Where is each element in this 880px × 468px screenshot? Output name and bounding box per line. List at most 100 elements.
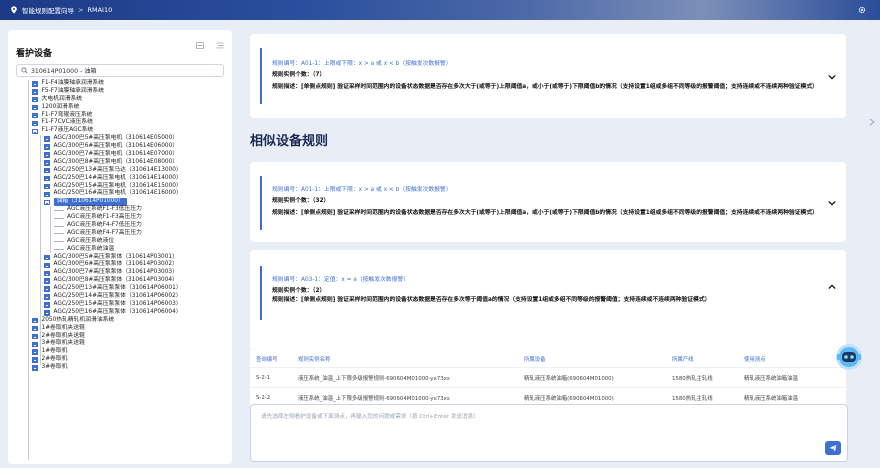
expand-toggle-icon[interactable] — [44, 191, 50, 198]
expand-toggle-icon[interactable] — [44, 262, 50, 269]
cell-device: 精轧液压系统油箱(690604M01000) — [524, 395, 614, 402]
tree-node-label: AGC/250巴15#高压泵泵体（310614P06003） — [53, 300, 182, 307]
col-header-query-id: 查询编号 — [256, 356, 278, 363]
send-button[interactable] — [825, 441, 841, 455]
cell-instance-name: 液压系统_油温_上下限多级报警规则-690604M01000-yx73xs — [298, 375, 450, 382]
cell-line: 1580热轧主轧线 — [672, 375, 713, 382]
tree-node-label: AGC液压系统液位 — [67, 237, 115, 244]
tree-node[interactable]: AGC/300巴6#高压泵电机（310614E06000） — [16, 143, 224, 151]
send-icon — [829, 444, 837, 452]
expand-toggle-icon[interactable] — [44, 310, 50, 316]
expand-toggle-icon[interactable] — [32, 357, 38, 363]
tree-node[interactable]: AGC液压系统F4-F7低压压力 — [16, 222, 224, 230]
expand-toggle-icon[interactable] — [32, 96, 38, 103]
expand-toggle-icon[interactable] — [44, 167, 50, 174]
tree-node-label: 大电机润滑系统 — [41, 95, 83, 102]
expand-toggle-icon[interactable] — [44, 183, 50, 190]
tree-node-label: AGC/300巴8#高压泵泵体（310614P03004） — [53, 277, 178, 284]
col-header-device: 所属设备 — [524, 356, 546, 363]
expand-toggle-icon[interactable] — [32, 81, 38, 87]
gear-icon[interactable] — [858, 6, 866, 14]
assistant-robot-icon[interactable] — [834, 340, 864, 372]
expand-toggle-icon[interactable] — [32, 120, 38, 127]
tree-node-label: AGC液压系统F1-F3高压压力 — [67, 214, 142, 221]
tree-node[interactable]: 1200润滑系统 — [16, 104, 224, 112]
similar-rule-card-2[interactable]: 规则编号：A03-1：定值：x = a（按触发次数报警） 规则实例个数：（2） … — [250, 250, 846, 350]
tree-connector — [54, 217, 64, 219]
device-sidebar: 看护设备 310614P01000 - 油箱 F1-F4油膜轴承润滑系统 F5-F… — [8, 30, 232, 464]
col-header-line: 所属产线 — [672, 356, 694, 363]
expand-toggle-icon[interactable] — [44, 136, 50, 142]
tree-node[interactable]: F5-F7油膜轴承润滑系统 — [16, 88, 224, 96]
tree-node[interactable]: AGC/300巴8#高压泵电机（310614E08000） — [16, 159, 224, 167]
tree-node[interactable]: 2050热轧精轧机润滑油系统 — [16, 317, 224, 325]
expand-toggle-icon[interactable] — [32, 112, 38, 119]
tree-node[interactable]: F1-F4油膜轴承润滑系统 — [16, 80, 224, 88]
tree-node-label: 2#卷取机 — [41, 356, 68, 363]
expand-all-icon[interactable] — [196, 41, 204, 49]
tree-guide-line — [50, 206, 51, 253]
breadcrumb-home[interactable]: 智能规则配置向导 — [22, 5, 74, 15]
tree-node-label: AGC液压系统F4-F7高压压力 — [67, 229, 142, 236]
chevron-down-icon[interactable] — [828, 200, 836, 206]
current-rule-card[interactable]: 规则编号：A01-1：上限或下限：x > a 或 x < b（按触发次数报警） … — [250, 34, 846, 118]
chevron-up-icon[interactable] — [828, 284, 836, 290]
device-search-input[interactable]: 310614P01000 - 油箱 — [16, 64, 224, 77]
expand-toggle-icon[interactable] — [44, 160, 50, 166]
expand-toggle-icon[interactable] — [32, 104, 38, 111]
tree-node[interactable]: AGC/250巴13#高压泵泵体（310614P06001） — [16, 285, 224, 293]
tree-node[interactable]: AGC/300巴8#高压泵泵体（310614P03004） — [16, 277, 224, 285]
rule-description: 规则描述：[单侧点规则] 验证采样时间范围内的设备状态数据是否存在多次大于(或等… — [272, 210, 818, 216]
expand-toggle-icon[interactable] — [44, 254, 50, 261]
tree-node-label: AGC液压系统F1-F3低压压力 — [67, 206, 142, 213]
chevron-down-icon[interactable] — [828, 74, 836, 80]
tree-node[interactable]: 1#卷取机 — [16, 348, 224, 356]
tree-node[interactable]: AGC液压系统F4-F7高压压力 — [16, 230, 224, 238]
table-row[interactable]: S-2-1 液压系统_油温_上下限多级报警规则-690604M01000-yx7… — [250, 368, 846, 388]
similar-rule-card-1[interactable]: 规则编号：A01-1：上限或下限：x > a 或 x < b（按触发次数报警） … — [250, 162, 846, 242]
cell-query-id: S-2-1 — [256, 374, 271, 381]
expand-toggle-icon[interactable] — [32, 333, 38, 340]
tree-node[interactable]: AGC/250巴14#高压泵泵体（310614P06002） — [16, 293, 224, 301]
expand-toggle-icon[interactable] — [44, 302, 50, 308]
tree-node[interactable]: 大电机润滑系统 — [16, 96, 224, 104]
tree-node-label: F5-F7油膜轴承润滑系统 — [41, 87, 105, 94]
expand-toggle-icon[interactable] — [44, 278, 50, 284]
tree-node-label: 2050热轧精轧机润滑油系统 — [41, 316, 115, 323]
expand-toggle-icon[interactable] — [44, 294, 50, 300]
expand-toggle-icon[interactable] — [32, 349, 38, 355]
expand-toggle-icon[interactable] — [32, 89, 38, 95]
expand-toggle-icon[interactable] — [44, 152, 50, 158]
tree-node[interactable]: AGC/250巴14#高压泵电机（310614E14000） — [16, 175, 224, 183]
expand-toggle-icon[interactable] — [32, 317, 38, 324]
rule-instances-table: 查询编号 规则实例名称 所属设备 所属产线 使用测点 S-2-1 液压系统_油温… — [250, 350, 846, 408]
expand-toggle-icon[interactable] — [44, 286, 50, 292]
tree-node-label: AGC液压系统油温 — [67, 245, 115, 252]
tree-node[interactable]: 1#卷取机夹送辊 — [16, 325, 224, 333]
tree-node[interactable]: AGC液压系统液位 — [16, 238, 224, 246]
tree-node[interactable]: 3#卷取机 — [16, 364, 224, 372]
expand-toggle-icon[interactable] — [32, 341, 38, 348]
tree-node[interactable]: AGC/300巴5#高压泵电机（310614E05000） — [16, 135, 224, 143]
tree-node[interactable]: AGC/300巴7#高压泵电机（310614E07000） — [16, 151, 224, 159]
expand-toggle-icon[interactable] — [32, 365, 38, 371]
expand-toggle-icon[interactable] — [44, 175, 50, 182]
tree-node[interactable]: AGC/250巴13#高压泵马达（310614E13000） — [16, 167, 224, 175]
expand-toggle-icon[interactable] — [44, 144, 50, 150]
expand-toggle-icon[interactable] — [44, 270, 50, 277]
collapse-all-icon[interactable] — [216, 42, 224, 49]
chat-input[interactable]: 请先选择左侧看护设备或下面测点，再输入您的问题或需求（按 Ctrl+Enter … — [250, 404, 848, 462]
tree-node[interactable]: AGC液压系统油温 — [16, 246, 224, 254]
tree-node[interactable]: AGC/250巴16#高压泵泵体（310614P06004） — [16, 309, 224, 317]
tree-node-label: 1200润滑系统 — [41, 103, 80, 110]
collapse-toggle-icon[interactable] — [32, 128, 38, 135]
expand-toggle-icon[interactable] — [32, 325, 38, 332]
tree-guide-line — [40, 135, 41, 365]
tree-node[interactable]: 2#卷取机 — [16, 356, 224, 364]
collapse-toggle-icon[interactable] — [44, 199, 50, 206]
tree-connector — [54, 241, 64, 243]
tree-node[interactable]: AGC液压系统F1-F3高压压力 — [16, 214, 224, 222]
tree-node[interactable]: AGC/250巴15#高压泵泵体（310614P06003） — [16, 301, 224, 309]
tree-node[interactable]: AGC液压系统F1-F3低压压力 — [16, 206, 224, 214]
chevron-right-icon[interactable] — [869, 118, 875, 126]
